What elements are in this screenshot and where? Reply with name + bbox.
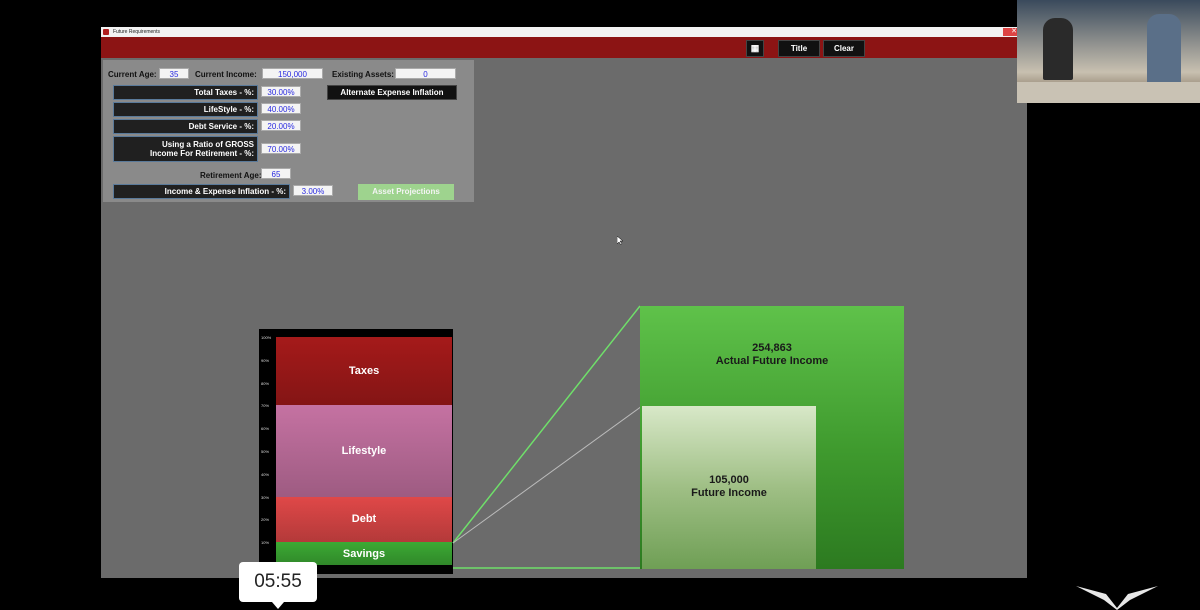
webcam-overlay — [1017, 0, 1200, 103]
connector-inner-line — [452, 405, 643, 544]
future-income-box: 105,000 Future Income — [642, 406, 816, 569]
connector-top-line — [452, 305, 641, 544]
actual-future-income-value: 254,863 — [752, 342, 792, 354]
presenter-right — [1147, 14, 1181, 84]
actual-future-income-label: Actual Future Income — [715, 355, 829, 367]
actual-future-income-text: 254,863 Actual Future Income — [640, 342, 904, 368]
future-income-value: 105,000 — [709, 474, 749, 486]
future-income-text: 105,000 Future Income — [642, 474, 816, 500]
mouse-cursor-icon — [617, 236, 624, 246]
desk — [1017, 82, 1200, 103]
video-timestamp: 05:55 — [239, 562, 317, 609]
brand-logo-icon — [1076, 586, 1158, 610]
future-income-label: Future Income — [691, 487, 767, 499]
presenter-left — [1043, 18, 1073, 80]
